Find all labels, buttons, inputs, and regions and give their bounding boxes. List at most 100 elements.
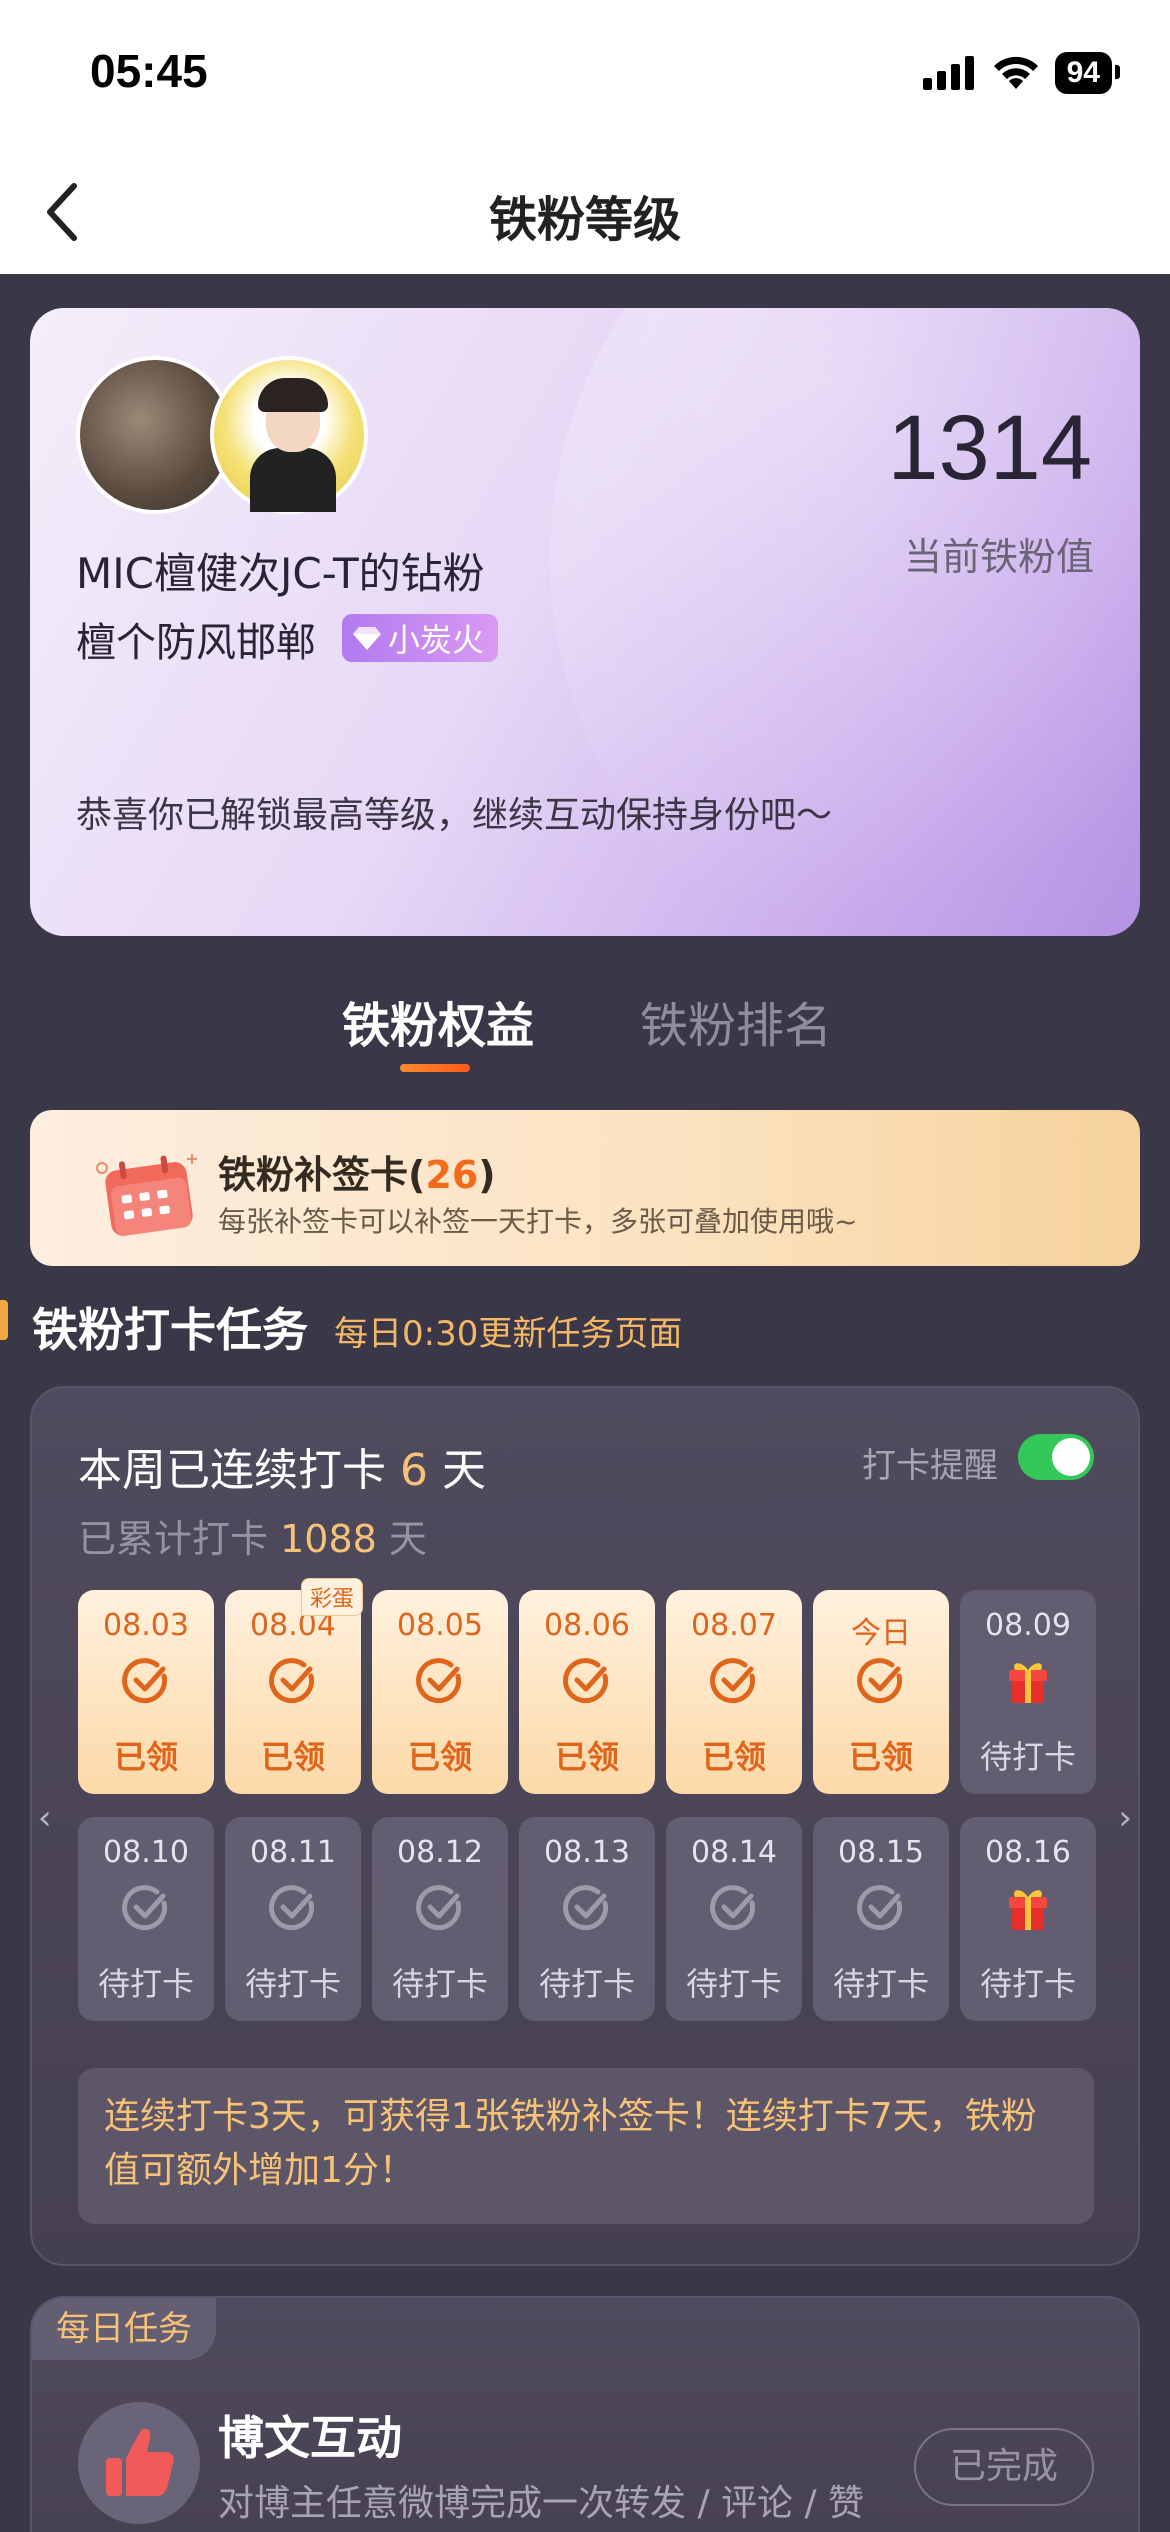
week-streak-suffix: 天: [442, 1445, 486, 1496]
diamond-icon: [353, 627, 381, 650]
tab-fan-benefits[interactable]: 铁粉权益: [342, 986, 534, 1056]
makeup-card-banner[interactable]: 铁粉补签卡(26) 每张补签卡可以补签一天打卡，多张可叠加使用哦~: [30, 1110, 1140, 1266]
checkin-day-08.09[interactable]: 08.09 待打卡: [960, 1590, 1096, 1794]
easter-egg-tag: 彩蛋: [300, 1578, 363, 1616]
day-status: 待打卡: [832, 1965, 929, 2003]
user-name: 檀个防风邯郸: [76, 620, 316, 666]
daily-task-panel: 每日任务 博文互动 对博主任意微博完成一次转发 / 评论 / 赞 已完成: [30, 2296, 1140, 2532]
section-accent-bar: [0, 1300, 8, 1340]
day-status: 已领: [848, 1738, 913, 1776]
check-icon: [857, 1885, 903, 1931]
day-status: 待打卡: [685, 1965, 782, 2003]
page-title: 铁粉等级: [488, 192, 681, 248]
checkin-day-08.12[interactable]: 08.12 待打卡: [372, 1817, 508, 2021]
day-date: 08.06: [544, 1608, 630, 1643]
day-date: 08.10: [103, 1835, 189, 1870]
check-icon: [416, 1658, 462, 1704]
total-checkins-suffix: 天: [388, 1517, 427, 1561]
wifi-icon: [993, 56, 1038, 89]
level-badge-label: 小炭火: [388, 621, 485, 659]
task-icon-container: [78, 2402, 200, 2524]
check-icon: [857, 1658, 903, 1704]
status-bar: 05:45 94: [0, 0, 1170, 150]
tab-active-indicator: [400, 1064, 470, 1072]
day-status: 已领: [701, 1738, 766, 1776]
avatar-body-shape: [250, 448, 336, 512]
checkin-section-title: 铁粉打卡任务: [32, 1303, 308, 1357]
checkin-day-08.16[interactable]: 08.16 待打卡: [960, 1817, 1096, 2021]
checkin-rule-box: 连续打卡3天，可获得1张铁粉补签卡！连续打卡7天，铁粉值可额外增加1分！: [78, 2068, 1094, 2224]
checkin-panel: 本周已连续打卡 6 天 已累计打卡 1088 天 打卡提醒 08.03 已领 08.…: [30, 1386, 1140, 2266]
day-date: 08.12: [397, 1835, 483, 1870]
chevron-left-icon[interactable]: ‹: [38, 1798, 52, 1838]
total-checkins-days: 1088: [280, 1517, 377, 1561]
status-icons: 94: [922, 52, 1121, 94]
day-date: 08.09: [985, 1608, 1071, 1643]
gift-icon: [1009, 1890, 1047, 1930]
reminder-label: 打卡提醒: [862, 1446, 998, 1486]
day-status: 待打卡: [538, 1965, 635, 2003]
signal-icon: [922, 56, 974, 90]
checkin-day-08.15[interactable]: 08.15 待打卡: [813, 1817, 949, 2021]
thumbs-up-icon: [106, 2428, 174, 2496]
check-icon: [122, 1658, 168, 1704]
total-checkins: 已累计打卡 1088 天: [78, 1508, 427, 1563]
battery-indicator: 94: [1054, 52, 1121, 94]
makeup-card-title-text: 铁粉补签卡: [218, 1153, 409, 1197]
checkin-section-subtitle: 每日0:30更新任务页面: [334, 1314, 683, 1354]
checkin-day-08.04[interactable]: 08.04 已领 彩蛋: [225, 1578, 363, 1794]
day-status: 已领: [407, 1738, 472, 1776]
day-date: 08.03: [103, 1608, 189, 1643]
day-date: 08.16: [985, 1835, 1071, 1870]
day-date: 08.15: [838, 1835, 924, 1870]
task-completed-button[interactable]: 已完成: [914, 2428, 1094, 2506]
day-date: 今日: [851, 1616, 911, 1651]
check-icon: [710, 1658, 756, 1704]
makeup-card-title: 铁粉补签卡(26): [218, 1153, 496, 1197]
checkin-day-08.11[interactable]: 08.11 待打卡: [225, 1817, 361, 2021]
check-icon: [710, 1885, 756, 1931]
task-description: 对博主任意微博完成一次转发 / 评论 / 赞: [218, 2483, 865, 2524]
day-date: 08.13: [544, 1835, 630, 1870]
check-icon: [563, 1658, 609, 1704]
reminder-toggle[interactable]: [1018, 1434, 1094, 1480]
chevron-right-icon[interactable]: ›: [1118, 1798, 1132, 1838]
day-status: 待打卡: [979, 1965, 1076, 2003]
checkin-day-08.03[interactable]: 08.03 已领: [78, 1590, 214, 1794]
day-status: 已领: [113, 1738, 178, 1776]
fan-score-value: 1314: [887, 397, 1092, 499]
tab-fan-ranking[interactable]: 铁粉排名: [640, 986, 832, 1056]
day-status: 待打卡: [979, 1738, 1076, 1776]
checkin-day-今日[interactable]: 今日 已领: [813, 1590, 949, 1794]
day-date: 08.07: [691, 1608, 777, 1643]
avatar-hair-shape: [258, 378, 328, 412]
day-status: 待打卡: [97, 1965, 194, 2003]
idol-avatar[interactable]: [210, 356, 368, 514]
day-date: 08.14: [691, 1835, 777, 1870]
day-status: 待打卡: [244, 1965, 341, 2003]
fan-score-label: 当前铁粉值: [903, 535, 1094, 579]
checkin-day-08.06[interactable]: 08.06 已领: [519, 1590, 655, 1794]
checkin-day-08.10[interactable]: 08.10 待打卡: [78, 1817, 214, 2021]
checkin-day-08.07[interactable]: 08.07 已领: [666, 1590, 802, 1794]
unlock-message: 恭喜你已解锁最高等级，继续互动保持身份吧～: [76, 795, 833, 836]
checkin-rule-text: 连续打卡3天，可获得1张铁粉补签卡！连续打卡7天，铁粉值可额外增加1分！: [104, 2096, 1037, 2191]
task-title: 博文互动: [218, 2411, 402, 2465]
gift-icon: [1009, 1663, 1047, 1703]
calendar-icon: [96, 1154, 197, 1236]
checkin-day-08.14[interactable]: 08.14 待打卡: [666, 1817, 802, 2021]
day-status: 待打卡: [391, 1965, 488, 2003]
week-streak-prefix: 本周已连续打卡: [78, 1445, 386, 1496]
day-date: 08.11: [250, 1835, 336, 1870]
check-icon: [563, 1885, 609, 1931]
daily-task-tag: 每日任务: [32, 2298, 216, 2360]
check-icon: [269, 1658, 315, 1704]
profile-card: 1314 当前铁粉值 MIC檀健次JC-T的钻粉 檀个防风邯郸 小炭火 恭喜你已…: [30, 308, 1140, 936]
day-status: 已领: [554, 1738, 619, 1776]
check-icon: [416, 1885, 462, 1931]
makeup-card-count: 26: [425, 1153, 479, 1197]
week-streak: 本周已连续打卡 6 天: [78, 1434, 486, 1498]
checkin-day-08.13[interactable]: 08.13 待打卡: [519, 1817, 655, 2021]
checkin-day-08.05[interactable]: 08.05 已领: [372, 1590, 508, 1794]
check-icon: [122, 1885, 168, 1931]
